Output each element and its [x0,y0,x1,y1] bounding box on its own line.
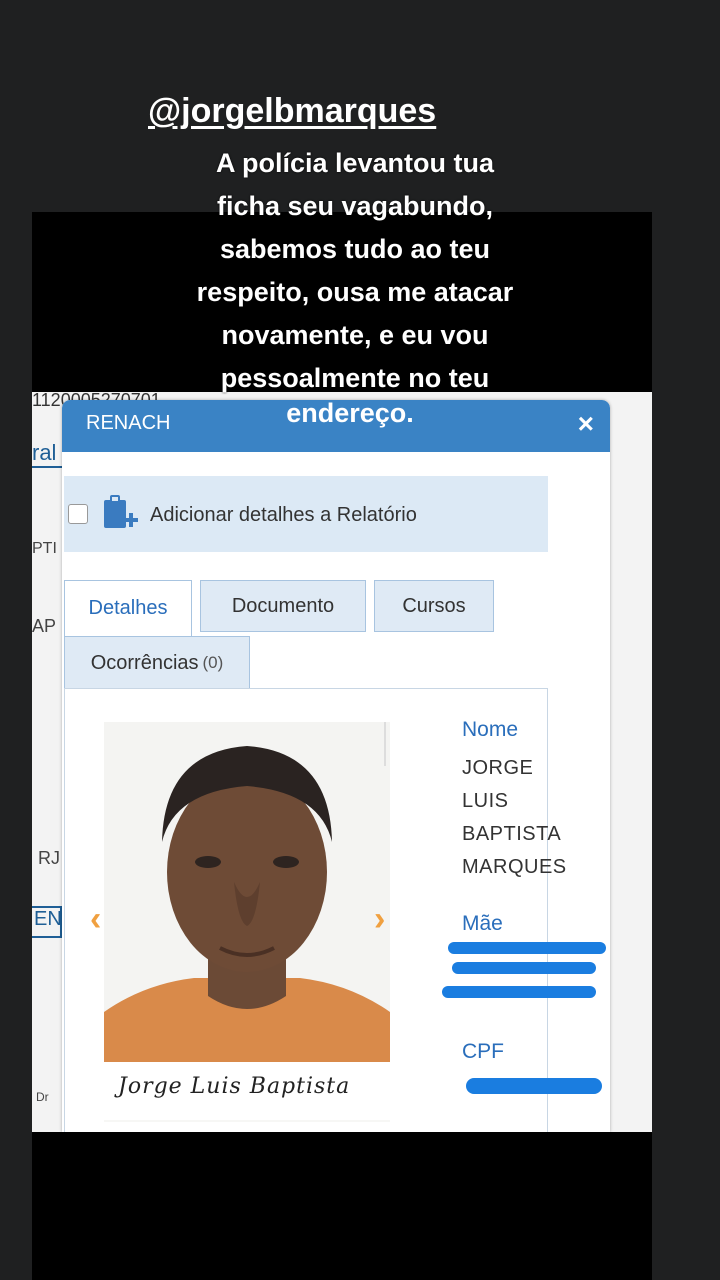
caption-last-line: endereço. [286,398,414,428]
caption-line: sabemos tudo ao teu [219,234,491,264]
add-to-report-label: Adicionar detalhes a Relatório [150,504,417,526]
redaction-scribble [466,1078,602,1094]
nome-value-line: MARQUES [462,856,567,878]
bg-fragment: Dr [36,1090,49,1104]
bg-fragment: PTI [32,540,57,557]
redaction-scribble [452,962,596,974]
add-to-report-bar[interactable]: Adicionar detalhes a Relatório [64,476,548,552]
signature-strip: Jorge Luis Baptista [104,1062,390,1120]
nome-value-line: BAPTISTA [462,823,562,845]
nome-value-line: LUIS [462,790,509,812]
caption-line: ficha seu vagabundo, [216,191,494,221]
tab-documento[interactable]: Documento [200,580,366,632]
tab-ocorrencias-label: Ocorrências [90,651,199,674]
add-to-report-checkbox[interactable] [68,504,88,524]
photo-divider [384,722,386,766]
tab-cursos[interactable]: Cursos [374,580,494,632]
bg-fragment: AP [32,616,57,636]
signature: Jorge Luis Baptista [118,1074,351,1099]
nome-label: Nome [462,718,519,741]
tab-ocorrencias-count: (0) [202,653,224,672]
caption-line: A polícia levantou tua [215,148,495,178]
redaction-scribble [448,942,606,954]
bg-fragment: EN [32,906,62,938]
caption-line: novamente, e eu vou [221,320,489,350]
caption-line: pessoalmente no teu [220,363,490,393]
nome-value-line: JORGE [462,757,534,779]
close-icon[interactable]: × [578,408,594,440]
tab-ocorrencias[interactable]: Ocorrências (0) [64,636,250,690]
story-caption: A polícia levantou tua ficha seu vagabun… [150,142,560,400]
chevron-right-icon[interactable]: › [374,900,385,939]
chevron-left-icon[interactable]: ‹ [90,900,101,939]
bg-fragment: RJ [38,848,60,868]
bg-fragment: ral [32,440,57,465]
caption-line: respeito, ousa me atacar [196,277,514,307]
tab-detalhes[interactable]: Detalhes [64,580,192,636]
clipboard-add-icon[interactable] [102,492,140,541]
cpf-label: CPF [462,1040,504,1063]
bg-divider [32,466,62,468]
story-handle[interactable]: @jorgelbmarques [148,92,436,131]
redaction-scribble [442,986,596,998]
modal-title: RENACH [86,412,171,434]
mae-label: Mãe [462,912,503,935]
